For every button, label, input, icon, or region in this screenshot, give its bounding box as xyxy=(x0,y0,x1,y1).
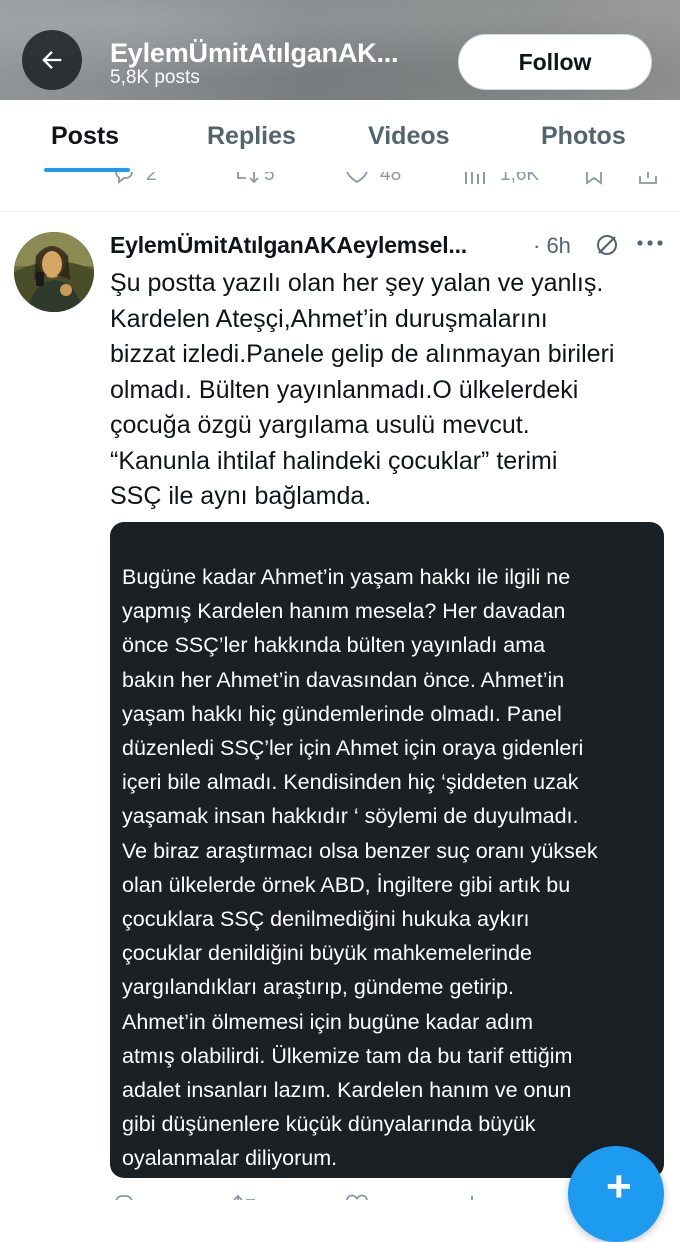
tweet-text-line: bizzat izledi.Panele gelip de alınmayan … xyxy=(110,340,615,368)
views-icon[interactable] xyxy=(462,1192,486,1200)
grok-icon[interactable] xyxy=(594,232,620,258)
image-text-line: düzenledi SSÇ’ler için Ahmet için oraya … xyxy=(122,736,584,761)
tweet-text-line: SSÇ ile aynı bağlamda. xyxy=(110,482,372,510)
image-text-line: bakın her Ahmet’in davasından önce. Ahme… xyxy=(122,667,565,692)
tab-photos[interactable]: Photos xyxy=(541,122,626,151)
tweet-text-line: “Kanunla ihtilaf halindeki çocuklar” ter… xyxy=(110,446,558,475)
tweet-text-line: çocuğa özgü yargılama usulü mevcut. xyxy=(110,411,530,439)
repost-count: 5 xyxy=(264,172,275,185)
tab-videos[interactable]: Videos xyxy=(368,122,450,151)
header-post-count: 5,8K posts xyxy=(110,67,200,88)
image-text-line: içeri bile almadı. Kendisinden hiç ‘şidd… xyxy=(122,770,579,795)
tweet-attached-image[interactable]: Bugüne kadar Ahmet’in yaşam hakkı ile il… xyxy=(110,522,664,1178)
image-text: Bugüne kadar Ahmet’in yaşam hakkı ile il… xyxy=(122,560,662,1176)
image-text-line: çocuklar denildiğini büyük mahkemelerind… xyxy=(122,941,532,966)
image-text-line: Ahmet’in ölmemesi için bugüne kadar adım xyxy=(122,1009,534,1034)
image-text-line: adalet insanları lazım. Kardelen hanım v… xyxy=(122,1078,572,1103)
profile-tabs: Posts Replies Videos Photos xyxy=(0,100,680,172)
repost-icon[interactable] xyxy=(232,172,260,186)
image-text-line: atmış olabilirdi. Ülkemize tam da bu tar… xyxy=(122,1043,573,1068)
avatar[interactable] xyxy=(14,232,94,312)
image-text-line: yaşam hakkı hiç gündemlerinde olmadı. Pa… xyxy=(122,701,562,726)
image-text-line: yaşamak insan hakkıdır ‘ söylemi de duyu… xyxy=(122,804,579,829)
view-count: 1,6K xyxy=(500,172,540,185)
tweet-text-line: Kardelen Ateşçi,Ahmet’in duruşmalarını xyxy=(110,304,548,333)
avatar-image xyxy=(14,232,94,312)
like-icon[interactable] xyxy=(344,1192,370,1200)
reply-count: 2 xyxy=(146,172,157,185)
reply-icon[interactable] xyxy=(112,1192,136,1200)
views-icon[interactable] xyxy=(462,172,486,186)
tweet-text-line: Şu postta yazılı olan her şey yalan ve y… xyxy=(110,269,604,297)
image-text-line: gibi düşünenlere küçük dünyalarında büyü… xyxy=(122,1112,536,1137)
image-text-line: Bugüne kadar Ahmet’in yaşam hakkı ile il… xyxy=(122,565,571,589)
tweet-author-name[interactable]: EylemÜmitAtılganAKAeylemsel... xyxy=(110,232,467,259)
image-text-line: yargılandıkları araştırıp, gündeme getir… xyxy=(122,975,514,1000)
image-text-line: önce SSÇ’ler hakkında bülten yayınladı a… xyxy=(122,633,546,658)
tab-posts[interactable]: Posts xyxy=(51,122,119,151)
image-text-line: Ve biraz araştırmacı olsa benzer suç ora… xyxy=(122,838,598,863)
bookmark-icon[interactable] xyxy=(582,172,606,186)
tab-replies[interactable]: Replies xyxy=(207,122,296,151)
previous-tweet-action-bar: 2 5 48 1,6K xyxy=(0,172,680,196)
compose-button[interactable]: + xyxy=(568,1146,664,1242)
follow-button[interactable]: Follow xyxy=(458,34,652,90)
image-text-line: yapmış Kardelen hanım mesela? Her davada… xyxy=(122,599,566,624)
image-text-line: olan ülkelerde örnek ABD, İngiltere gibi… xyxy=(122,872,571,897)
back-button[interactable] xyxy=(22,30,82,90)
tweet-divider xyxy=(0,211,680,212)
tweet-timestamp[interactable]: · 6h xyxy=(533,233,571,259)
tweet-text-line: olmadı. Bülten yayınlanmadı.O ülkelerdek… xyxy=(110,375,579,404)
like-count: 48 xyxy=(380,172,402,185)
reply-icon[interactable] xyxy=(112,172,136,186)
like-icon[interactable] xyxy=(344,172,370,186)
tweet-text: Şu postta yazılı olan her şey yalan ve y… xyxy=(110,266,670,515)
repost-icon[interactable] xyxy=(232,1192,260,1200)
compose-plus-icon: + xyxy=(606,1162,632,1211)
more-icon[interactable] xyxy=(636,238,664,248)
share-icon[interactable] xyxy=(636,172,660,186)
header-display-name: EylemÜmitAtılganAK... xyxy=(110,38,399,68)
profile-header-banner: EylemÜmitAtılganAK... 5,8K posts Follow xyxy=(0,0,680,100)
back-arrow-icon xyxy=(42,51,62,69)
image-text-line: çocuklara SSÇ denilmediğini hukuka aykır… xyxy=(122,907,530,932)
